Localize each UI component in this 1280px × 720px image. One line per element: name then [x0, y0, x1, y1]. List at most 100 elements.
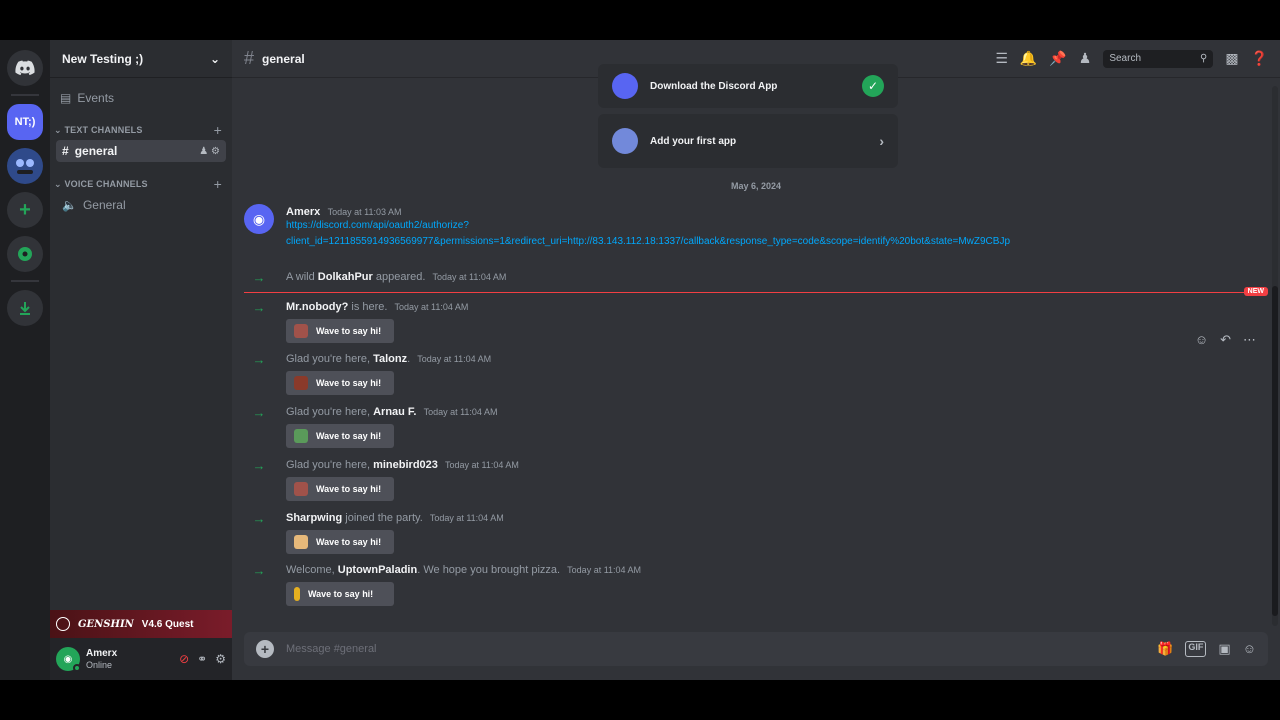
emoji-icon[interactable]: ☺: [1243, 641, 1256, 657]
pin-icon[interactable]: 📌: [1049, 50, 1066, 67]
chevron-right-icon: ›: [879, 133, 884, 149]
avatar[interactable]: ◉: [56, 647, 81, 672]
sys-ts: Today at 11:04 AM: [567, 565, 642, 575]
help-icon[interactable]: ❓: [1251, 50, 1268, 67]
gif-icon[interactable]: GIF: [1185, 641, 1207, 657]
onboarding-card-app[interactable]: Add your first app ›: [598, 114, 898, 168]
invite-icon[interactable]: ♟: [199, 146, 208, 157]
add-channel-icon[interactable]: +: [214, 176, 222, 192]
speaker-icon: 🔈: [62, 198, 77, 212]
message-input[interactable]: [286, 643, 1146, 655]
sys-user[interactable]: UptownPaladin: [338, 564, 417, 576]
mic-muted-icon[interactable]: ⊘: [179, 652, 189, 666]
channel-name: General: [82, 198, 126, 212]
online-status-dot: [73, 664, 81, 672]
message-author[interactable]: Amerx: [286, 206, 320, 218]
reply-icon[interactable]: ↶: [1220, 332, 1231, 348]
rail-divider: [11, 280, 39, 282]
voice-channel-general[interactable]: 🔈 General: [56, 194, 226, 216]
gift-icon[interactable]: 🎁: [1157, 641, 1173, 657]
wave-button[interactable]: Wave to say hi!: [286, 371, 394, 395]
sys-user[interactable]: minebird023: [373, 459, 438, 471]
sys-post: is here.: [348, 301, 388, 313]
oauth-link[interactable]: client_id=1211855914936569977&permission…: [286, 234, 1268, 250]
voice-channels-category[interactable]: ⌄ VOICE CHANNELS +: [50, 174, 232, 194]
sys-user[interactable]: Arnau F.: [373, 406, 416, 418]
phone-icon: [612, 73, 638, 99]
wave-button[interactable]: Wave to say hi!: [286, 582, 394, 606]
scrollbar[interactable]: [1272, 86, 1278, 626]
user-status: Online: [86, 660, 113, 670]
sys-ts: Today at 11:04 AM: [423, 407, 498, 417]
download-icon[interactable]: [7, 290, 43, 326]
join-arrow-icon: →: [252, 457, 266, 473]
wave-button[interactable]: Wave to say hi!: [286, 319, 394, 343]
channel-general[interactable]: # general ♟ ⚙: [56, 140, 226, 162]
inbox-icon[interactable]: ▩: [1225, 50, 1238, 67]
system-message[interactable]: → Glad you're here, Talonz. Today at 11:…: [244, 349, 1268, 369]
sys-ts: Today at 11:04 AM: [429, 513, 504, 523]
sys-user[interactable]: Talonz: [373, 353, 407, 365]
category-label: VOICE CHANNELS: [64, 178, 148, 189]
message-composer: + 🎁 GIF ▣ ☺: [244, 632, 1268, 666]
wave-button[interactable]: Wave to say hi!: [286, 530, 394, 554]
gear-icon[interactable]: ⚙: [215, 652, 226, 666]
sys-user[interactable]: Sharpwing: [286, 512, 342, 524]
text-channels-category[interactable]: ⌄ TEXT CHANNELS +: [50, 120, 232, 140]
sys-ts: Today at 11:04 AM: [394, 302, 469, 312]
server-rail: NT;) +: [0, 40, 50, 680]
bell-icon[interactable]: 🔔: [1020, 50, 1037, 67]
discord-app: NT;) + New Testing ;) ⌄ ▤ Events ⌄ TEXT …: [0, 40, 1280, 680]
emoji-icon[interactable]: ☺: [1195, 332, 1208, 348]
join-arrow-icon: →: [252, 351, 266, 367]
calendar-icon: ▤: [60, 91, 72, 105]
wave-button[interactable]: Wave to say hi!: [286, 424, 394, 448]
join-arrow-icon: →: [252, 404, 266, 420]
add-channel-icon[interactable]: +: [214, 122, 222, 138]
more-icon[interactable]: ⋯: [1243, 332, 1256, 348]
events-item[interactable]: ▤ Events: [50, 86, 232, 110]
join-arrow-icon: →: [252, 269, 266, 285]
threads-icon[interactable]: ☰: [995, 50, 1008, 67]
system-message[interactable]: → Glad you're here, minebird023 Today at…: [244, 455, 1268, 475]
server-avatar-icon[interactable]: [7, 148, 43, 184]
wave-label: Wave to say hi!: [316, 431, 382, 441]
message-actions: ☺ ↶ ⋯: [1195, 332, 1256, 348]
join-arrow-icon: →: [252, 510, 266, 526]
scrollbar-thumb[interactable]: [1272, 286, 1278, 616]
sticker-icon[interactable]: ▣: [1218, 641, 1230, 657]
system-message[interactable]: → Welcome, UptownPaladin. We hope you br…: [244, 560, 1268, 580]
sys-user[interactable]: Mr.nobody?: [286, 301, 348, 313]
add-attachment-icon[interactable]: +: [256, 640, 274, 658]
add-server-icon[interactable]: +: [7, 192, 43, 228]
events-label: Events: [77, 91, 115, 105]
search-input[interactable]: Search ⚲: [1103, 49, 1214, 68]
rail-divider: [11, 94, 39, 96]
wave-button[interactable]: Wave to say hi!: [286, 477, 394, 501]
genshin-logo: GENSHIN: [78, 618, 134, 630]
gear-icon[interactable]: ⚙: [211, 146, 220, 157]
wave-label: Wave to say hi!: [316, 326, 382, 336]
explore-icon[interactable]: [7, 236, 43, 272]
join-arrow-icon: →: [252, 299, 266, 315]
oauth-link[interactable]: https://discord.com/api/oauth2/authorize…: [286, 218, 1268, 234]
message-amerx[interactable]: ◉ Amerx Today at 11:03 AM https://discor…: [244, 204, 1268, 254]
guild-header[interactable]: New Testing ;) ⌄: [50, 40, 232, 78]
system-message[interactable]: → A wild DolkahPur appeared. Today at 11…: [244, 267, 1268, 287]
quest-banner[interactable]: GENSHIN V4.6 Quest: [50, 610, 232, 638]
discord-avatar-icon[interactable]: ◉: [244, 204, 274, 234]
sys-post: . We hope you brought pizza.: [417, 564, 561, 576]
sys-user[interactable]: DolkahPur: [318, 271, 373, 283]
join-arrow-icon: →: [252, 562, 266, 578]
system-message[interactable]: → Glad you're here, Arnau F. Today at 11…: [244, 402, 1268, 422]
category-label: TEXT CHANNELS: [64, 124, 143, 135]
onboarding-card-download[interactable]: Download the Discord App ✓: [598, 64, 898, 108]
server-nt[interactable]: NT;): [7, 104, 43, 140]
quest-label: V4.6 Quest: [141, 618, 194, 630]
new-badge: NEW: [1243, 287, 1268, 296]
system-message[interactable]: → Mr.nobody? is here. Today at 11:04 AM: [244, 297, 1268, 317]
system-message[interactable]: → Sharpwing joined the party. Today at 1…: [244, 508, 1268, 528]
headphones-icon[interactable]: ⚭: [197, 652, 207, 666]
discord-home-icon[interactable]: [7, 50, 43, 86]
members-icon[interactable]: ♟: [1079, 50, 1092, 67]
